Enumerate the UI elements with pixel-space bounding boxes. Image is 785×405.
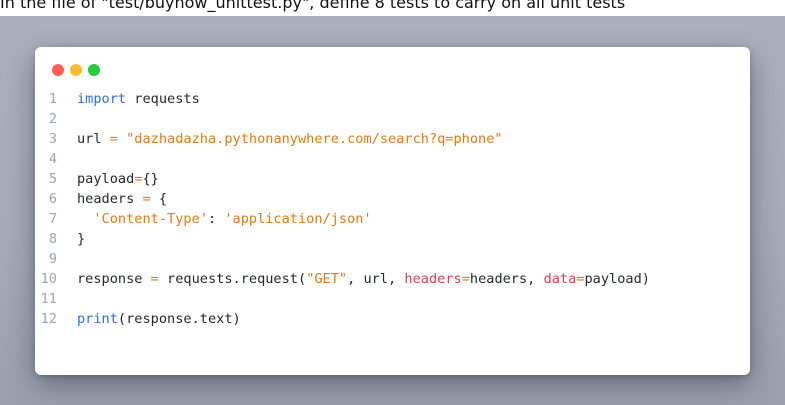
code-line: 11	[35, 289, 750, 309]
close-dot-icon[interactable]	[52, 64, 64, 76]
code-token: payload)	[584, 271, 650, 287]
instruction-caption: In the file of "test/buynow_unittest.py"…	[0, 0, 626, 12]
code-snippet-backdrop: 1 import requests 2 3 url = "dazhadazha.pyth…	[0, 16, 785, 405]
code-line: 2	[35, 109, 750, 129]
code-token: data	[543, 271, 577, 287]
code-token: {}	[142, 171, 159, 187]
page: In the file of "test/buynow_unittest.py"…	[0, 0, 785, 405]
code-line: 12 print(response.text)	[35, 309, 750, 329]
code-text: response = requests.request("GET", url, …	[77, 269, 650, 289]
line-number: 5	[48, 171, 57, 187]
line-number: 8	[48, 231, 57, 247]
code-token: "GET"	[306, 271, 348, 287]
line-number: 10	[40, 271, 57, 287]
code-token: , url,	[347, 271, 405, 287]
code-token: requests	[126, 91, 200, 107]
line-number: 7	[48, 211, 57, 227]
code-text: print(response.text)	[77, 309, 241, 329]
code-text: 'Content-Type': 'application/json'	[77, 209, 372, 229]
line-number: 6	[48, 191, 57, 207]
code-token: headers,	[469, 271, 544, 287]
code-token: print	[77, 311, 118, 327]
code-token: import	[77, 91, 127, 107]
line-number: 1	[48, 91, 57, 107]
code-line: 3 url = "dazhadazha.pythonanywhere.com/se…	[35, 129, 750, 149]
line-number: 11	[40, 291, 57, 307]
code-token: :	[207, 211, 225, 227]
code-text: import requests	[77, 89, 200, 109]
code-token: }	[77, 231, 86, 247]
code-line: 8}	[35, 229, 750, 249]
code-line: 6 headers = {	[35, 189, 750, 209]
code-token: {	[150, 191, 168, 207]
code-token: url	[77, 131, 110, 147]
code-line: 10 response = requests.request("GET", url…	[35, 269, 750, 289]
code-token: 'Content-Type'	[93, 211, 208, 227]
code-token: =	[150, 271, 159, 287]
code-token: =	[109, 131, 118, 147]
code-token: payload	[77, 171, 135, 187]
code-token: headers	[77, 191, 143, 207]
code-line: 5 payload={}	[35, 169, 750, 189]
code-line: 9	[35, 249, 750, 269]
code-text: headers = {	[77, 189, 167, 209]
code-token: "dazhadazha.pythonanywhere.com/search?q=…	[126, 131, 503, 147]
code-line: 1 import requests	[35, 89, 750, 109]
code-line: 4	[35, 149, 750, 169]
code-token: =	[142, 191, 151, 207]
code-window: 1 import requests 2 3 url = "dazhadazha.pyth…	[35, 47, 750, 375]
code-line: 7 'Content-Type': 'application/json'	[35, 209, 750, 229]
code-token: (response.text)	[117, 311, 241, 327]
line-number: 2	[48, 111, 57, 127]
line-number: 9	[48, 251, 57, 267]
code-token: 'application/json'	[224, 211, 372, 227]
code-token: =	[461, 271, 470, 287]
window-controls	[52, 64, 100, 76]
minimize-dot-icon[interactable]	[70, 64, 82, 76]
code-token: response	[77, 271, 151, 287]
code-token: requests.request(	[158, 271, 307, 287]
code-text: url = "dazhadazha.pythonanywhere.com/sea…	[77, 129, 503, 149]
line-number: 3	[48, 131, 57, 147]
line-number: 4	[48, 151, 57, 167]
code-text: payload={}	[77, 169, 159, 189]
code-token: headers	[404, 271, 462, 287]
code-token: =	[576, 271, 585, 287]
line-number: 12	[40, 311, 57, 327]
maximize-dot-icon[interactable]	[88, 64, 100, 76]
code-block[interactable]: 1 import requests 2 3 url = "dazhadazha.pyth…	[35, 89, 750, 329]
code-text: }	[77, 229, 85, 249]
